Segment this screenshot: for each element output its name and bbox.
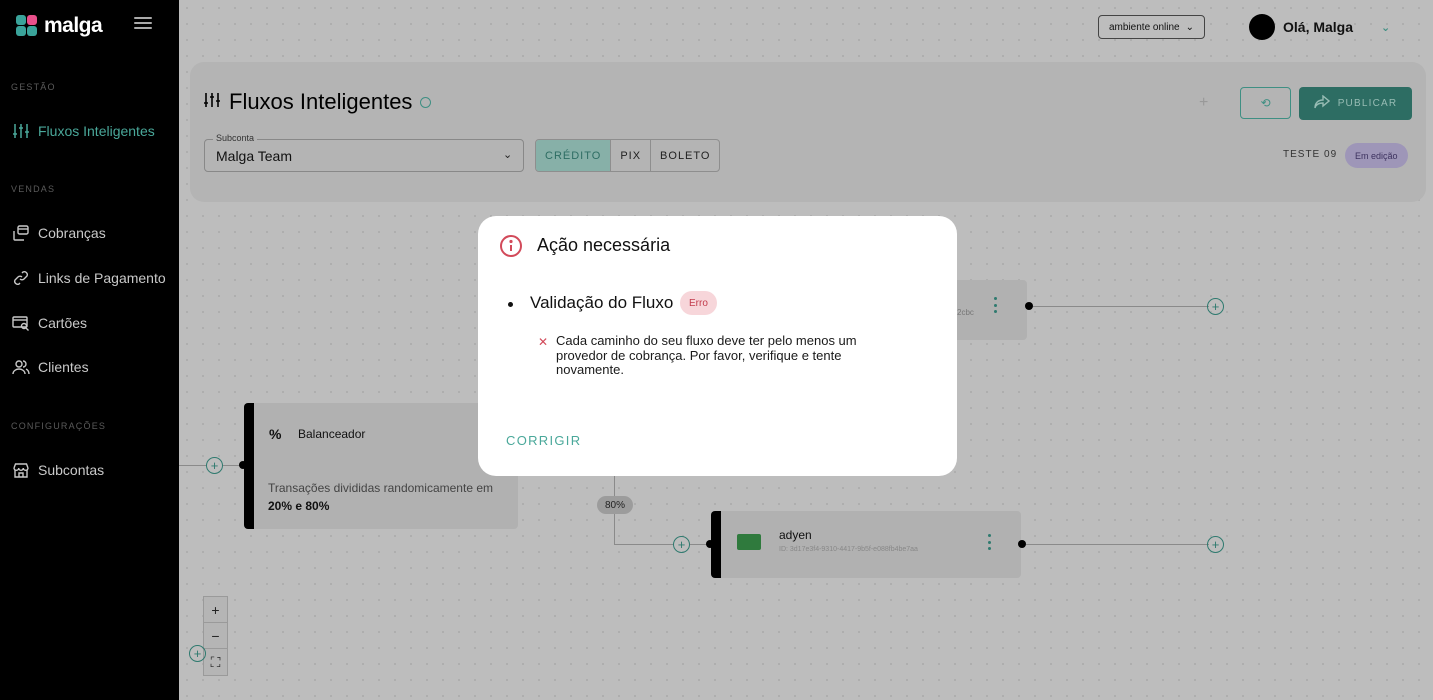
link-icon	[11, 269, 30, 288]
connector-dot[interactable]	[706, 540, 714, 548]
close-icon: ✕	[538, 335, 549, 349]
sidebar-item-label: Clientes	[38, 359, 89, 375]
add-node-icon[interactable]: +	[189, 645, 206, 662]
balancer-node[interactable]: % Balanceador Transações divididas rando…	[244, 403, 518, 529]
payment-method-tabs: CRÉDITO PIX BOLETO	[535, 139, 721, 172]
environment-select[interactable]: ambiente online ⌄	[1098, 15, 1205, 39]
alert-icon	[500, 235, 522, 257]
logo[interactable]: malga	[16, 14, 103, 38]
fit-view-button[interactable]: ⛶	[204, 649, 227, 675]
section-label-vendas: VENDAS	[11, 184, 56, 194]
sidebar-item-subcontas[interactable]: Subcontas	[11, 458, 176, 482]
validation-title: Validação do Fluxo	[530, 293, 674, 312]
share-icon	[1313, 94, 1330, 112]
chevron-down-icon: ⌄	[1185, 21, 1194, 33]
charges-icon	[11, 224, 30, 243]
bullet	[508, 302, 513, 307]
flow-name: TESTE 09	[1283, 149, 1338, 160]
history-button[interactable]: ⟲	[1240, 87, 1291, 119]
sidebar-item-label: Subcontas	[38, 462, 105, 478]
sidebar-item-label: Links de Pagamento	[38, 270, 166, 286]
menu-toggle-icon[interactable]	[134, 17, 152, 31]
subconta-value: Malga Team	[216, 148, 293, 164]
avatar	[1249, 14, 1275, 40]
chevron-down-icon: ⌄	[1381, 21, 1391, 34]
sliders-icon	[11, 122, 30, 141]
provider-name: adyen	[779, 528, 812, 542]
sidebar-item-label: Cartões	[38, 315, 88, 331]
tab-pix[interactable]: PIX	[611, 140, 652, 171]
add-icon[interactable]: +	[1199, 94, 1208, 112]
info-icon[interactable]	[420, 96, 432, 108]
adyen-logo-icon	[737, 534, 761, 550]
chevron-down-icon: ⌄	[503, 149, 513, 161]
sidebar-item-label: Cobranças	[38, 225, 106, 241]
logo-mark-icon	[16, 15, 38, 37]
connector-line	[179, 465, 207, 466]
error-message: Cada caminho do seu fluxo deve ter pelo …	[556, 333, 857, 377]
sidebar-item-cartoes[interactable]: Cartões	[11, 311, 176, 335]
node-menu-icon[interactable]	[988, 534, 992, 550]
node-id-fragment: 2cbc	[957, 308, 974, 317]
modal-title: Ação necessária	[537, 235, 671, 255]
provider-id: ID: 3d17e3f4-9310-4417-9b5f-e088fb4be7aa	[779, 546, 918, 553]
zoom-in-button[interactable]: +	[204, 597, 227, 623]
users-icon	[11, 358, 30, 377]
fix-button[interactable]: CORRIGIR	[506, 433, 581, 448]
user-menu[interactable]: Olá, Malga ⌄	[1249, 14, 1390, 40]
connector-dot[interactable]	[1018, 540, 1026, 548]
balancer-split: 20% e 80%	[268, 499, 330, 513]
page-title-text: Fluxos Inteligentes	[229, 89, 413, 114]
connector-line	[614, 544, 674, 545]
store-icon	[11, 461, 30, 480]
balancer-description: Transações divididas randomicamente em	[268, 481, 493, 495]
history-icon: ⟲	[1260, 96, 1271, 110]
page-title: Fluxos Inteligentes	[203, 89, 432, 115]
add-node-icon[interactable]: +	[1207, 298, 1224, 315]
subconta-label: Subconta	[213, 133, 258, 143]
error-badge: Erro	[680, 291, 717, 315]
connector-line	[1033, 306, 1209, 307]
status-badge: Em edição	[1345, 143, 1408, 168]
section-label-configuracoes: CONFIGURAÇÕES	[11, 421, 107, 431]
publish-label: PUBLICAR	[1337, 98, 1398, 109]
user-greeting: Olá, Malga	[1283, 19, 1354, 35]
zoom-controls: + − ⛶	[203, 596, 228, 676]
sidebar-item-links[interactable]: Links de Pagamento	[11, 266, 176, 290]
tab-boleto[interactable]: BOLETO	[651, 140, 719, 171]
add-node-icon[interactable]: +	[673, 536, 690, 553]
title-sliders-icon	[203, 89, 221, 115]
section-label-gestao: GESTÃO	[11, 82, 56, 92]
card-search-icon	[11, 314, 30, 333]
sidebar-item-fluxos[interactable]: Fluxos Inteligentes	[11, 119, 176, 143]
tab-credito[interactable]: CRÉDITO	[536, 140, 612, 171]
percent-icon: %	[269, 426, 282, 442]
zoom-out-button[interactable]: −	[204, 623, 227, 649]
balancer-title: Balanceador	[298, 427, 366, 441]
connector-dot[interactable]	[239, 461, 247, 469]
provider-node-adyen[interactable]: adyen ID: 3d17e3f4-9310-4417-9b5f-e088fb…	[711, 511, 1021, 578]
add-node-icon[interactable]: +	[1207, 536, 1224, 553]
action-required-modal: Ação necessária Validação do Fluxo Erro …	[478, 216, 957, 476]
header-card	[190, 62, 1426, 202]
sidebar-item-label: Fluxos Inteligentes	[38, 123, 155, 139]
sidebar: malga GESTÃO Fluxos Inteligentes VENDAS …	[0, 0, 179, 700]
publish-button[interactable]: PUBLICAR	[1299, 87, 1412, 120]
percent-badge: 80%	[597, 496, 633, 514]
sidebar-item-cobrancas[interactable]: Cobranças	[11, 221, 176, 245]
connector-line	[1026, 544, 1209, 545]
connector-dot[interactable]	[1025, 302, 1033, 310]
node-menu-icon[interactable]	[994, 297, 998, 313]
environment-label: ambiente online	[1109, 21, 1180, 33]
add-node-icon[interactable]: +	[206, 457, 223, 474]
sidebar-item-clientes[interactable]: Clientes	[11, 355, 176, 379]
logo-text: malga	[44, 14, 103, 37]
